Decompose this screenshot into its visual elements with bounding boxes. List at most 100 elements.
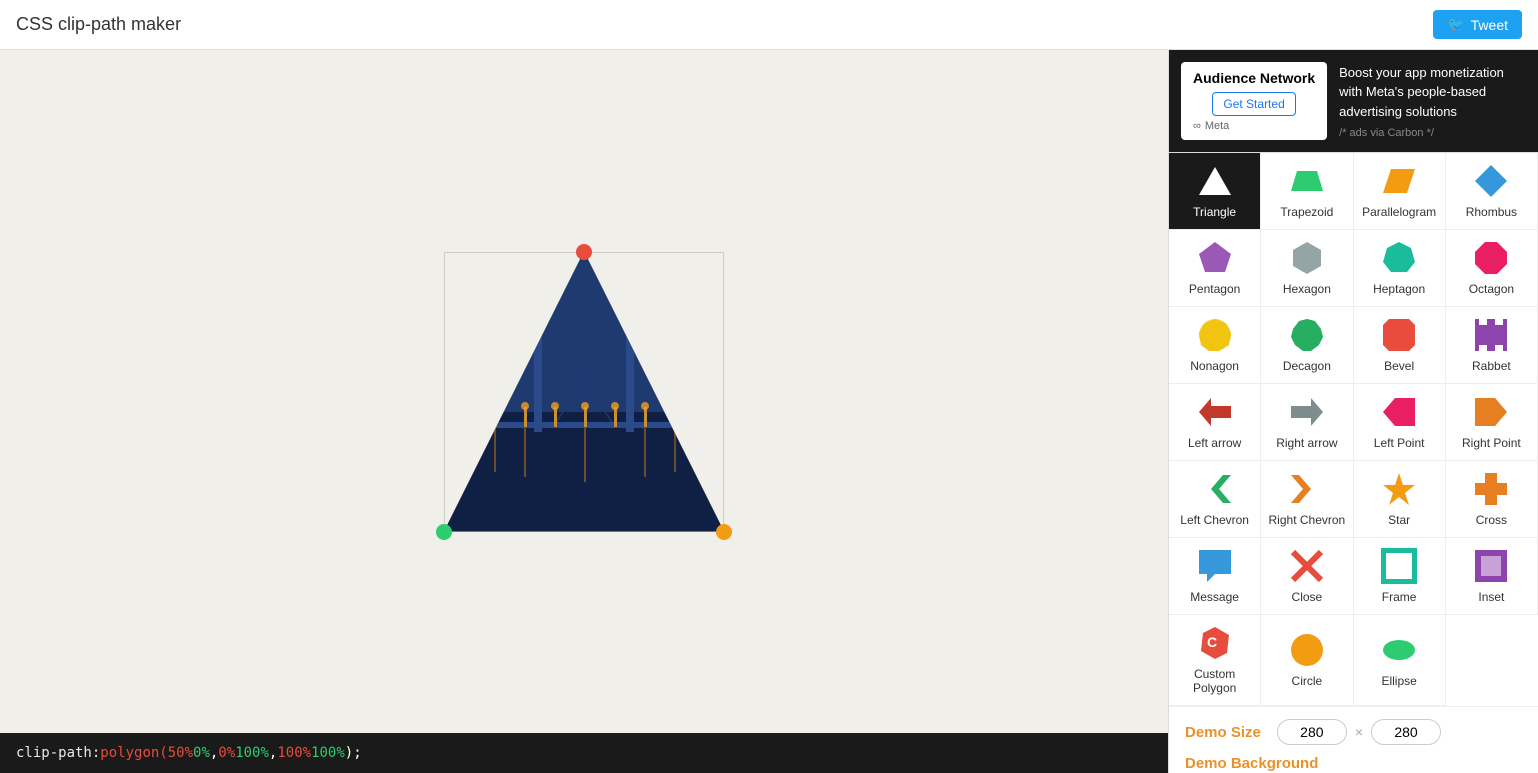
control-point-bottom-right[interactable] — [716, 524, 732, 540]
code-val2: 0% — [193, 745, 210, 761]
shape-label-bevel: Bevel — [1384, 359, 1414, 373]
shapes-grid: Triangle Trapezoid Parallelogram Rhombus Pen… — [1169, 152, 1538, 706]
shape-icon-pentagon — [1197, 240, 1233, 276]
shape-btn-rabbet[interactable]: Rabbet — [1446, 307, 1538, 384]
shape-icon-custom-polygon: C — [1197, 625, 1233, 661]
shape-label-hexagon: Hexagon — [1283, 282, 1331, 296]
shape-btn-heptagon[interactable]: Heptagon — [1354, 230, 1446, 307]
shape-label-right-chevron: Right Chevron — [1269, 513, 1346, 527]
shape-btn-close[interactable]: Close — [1261, 538, 1353, 615]
shape-label-circle: Circle — [1292, 674, 1323, 688]
shape-btn-custom-polygon[interactable]: C Custom Polygon — [1169, 615, 1261, 706]
code-val6: 100% — [311, 745, 345, 761]
shape-btn-right-point[interactable]: Right Point — [1446, 384, 1538, 461]
shape-label-inset: Inset — [1478, 590, 1504, 604]
shape-label-nonagon: Nonagon — [1190, 359, 1239, 373]
code-val3: 0% — [218, 745, 235, 761]
shape-btn-left-arrow[interactable]: Left arrow — [1169, 384, 1261, 461]
page-title: CSS clip-path maker — [16, 14, 181, 35]
shape-label-left-arrow: Left arrow — [1188, 436, 1241, 450]
shape-label-custom-polygon: Custom Polygon — [1175, 667, 1254, 695]
shape-btn-cross[interactable]: Cross — [1446, 461, 1538, 538]
shape-label-star: Star — [1388, 513, 1410, 527]
shape-btn-ellipse[interactable]: Ellipse — [1354, 615, 1446, 706]
shape-btn-trapezoid[interactable]: Trapezoid — [1261, 153, 1353, 230]
shape-btn-circle[interactable]: Circle — [1261, 615, 1353, 706]
code-bar: clip-path: polygon(50% 0%, 0% 100%, 100%… — [0, 733, 1168, 773]
ad-carbon: /* ads via Carbon */ — [1339, 127, 1526, 139]
shape-icon-left-arrow — [1197, 394, 1233, 430]
demo-width-input[interactable] — [1277, 719, 1347, 745]
shape-icon-parallelogram — [1381, 163, 1417, 199]
shape-label-triangle: Triangle — [1193, 205, 1236, 219]
ad-get-started-button[interactable]: Get Started — [1212, 92, 1295, 116]
ad-meta: ∞ Meta — [1193, 120, 1315, 132]
shape-btn-left-point[interactable]: Left Point — [1354, 384, 1446, 461]
shape-btn-decagon[interactable]: Decagon — [1261, 307, 1353, 384]
shape-icon-triangle — [1197, 163, 1233, 199]
shape-label-rhombus: Rhombus — [1466, 205, 1517, 219]
shape-label-right-arrow: Right arrow — [1276, 436, 1337, 450]
shape-btn-frame[interactable]: Frame — [1354, 538, 1446, 615]
tweet-button[interactable]: 🐦 Tweet — [1433, 10, 1522, 39]
ad-text: Boost your app monetization with Meta's … — [1339, 63, 1526, 122]
shape-label-frame: Frame — [1382, 590, 1417, 604]
shape-btn-rhombus[interactable]: Rhombus — [1446, 153, 1538, 230]
ad-banner: Audience Network Get Started ∞ Meta Boos… — [1169, 50, 1538, 152]
shape-icon-message — [1197, 548, 1233, 584]
sidebar: Audience Network Get Started ∞ Meta Boos… — [1168, 50, 1538, 773]
shape-btn-nonagon[interactable]: Nonagon — [1169, 307, 1261, 384]
shape-icon-decagon — [1289, 317, 1325, 353]
shape-label-close: Close — [1292, 590, 1323, 604]
shape-icon-ellipse — [1381, 632, 1417, 668]
shape-icon-nonagon — [1197, 317, 1233, 353]
shape-label-pentagon: Pentagon — [1189, 282, 1240, 296]
shape-btn-message[interactable]: Message — [1169, 538, 1261, 615]
shape-label-ellipse: Ellipse — [1381, 674, 1416, 688]
shape-label-trapezoid: Trapezoid — [1280, 205, 1333, 219]
shape-icon-left-chevron — [1197, 471, 1233, 507]
ad-title: Audience Network — [1193, 70, 1315, 86]
shape-label-decagon: Decagon — [1283, 359, 1331, 373]
shape-icon-close — [1289, 548, 1325, 584]
shape-icon-rhombus — [1473, 163, 1509, 199]
shape-btn-pentagon[interactable]: Pentagon — [1169, 230, 1261, 307]
shape-icon-circle — [1289, 632, 1325, 668]
shape-btn-parallelogram[interactable]: Parallelogram — [1354, 153, 1446, 230]
meta-icon: ∞ — [1193, 120, 1201, 132]
shape-btn-left-chevron[interactable]: Left Chevron — [1169, 461, 1261, 538]
demo-size-label: Demo Size — [1185, 724, 1261, 741]
shape-btn-right-arrow[interactable]: Right arrow — [1261, 384, 1353, 461]
bottom-controls: Demo Size × Demo Background — [1169, 706, 1538, 773]
size-separator: × — [1355, 724, 1363, 740]
shape-btn-octagon[interactable]: Octagon — [1446, 230, 1538, 307]
shape-icon-bevel — [1381, 317, 1417, 353]
shape-icon-rabbet — [1473, 317, 1509, 353]
code-val1: 50% — [168, 745, 193, 761]
demo-size-row: Demo Size × — [1185, 719, 1522, 745]
shape-btn-triangle[interactable]: Triangle — [1169, 153, 1261, 230]
control-point-bottom-left[interactable] — [436, 524, 452, 540]
shape-btn-bevel[interactable]: Bevel — [1354, 307, 1446, 384]
shape-label-heptagon: Heptagon — [1373, 282, 1425, 296]
canvas-container — [444, 252, 724, 532]
shape-label-right-point: Right Point — [1462, 436, 1521, 450]
shape-btn-right-chevron[interactable]: Right Chevron — [1261, 461, 1353, 538]
shape-icon-right-arrow — [1289, 394, 1325, 430]
shape-btn-inset[interactable]: Inset — [1446, 538, 1538, 615]
twitter-icon: 🐦 — [1447, 16, 1464, 33]
shape-icon-left-point — [1381, 394, 1417, 430]
code-prefix: clip-path: — [16, 745, 100, 761]
shape-icon-right-point — [1473, 394, 1509, 430]
demo-height-input[interactable] — [1371, 719, 1441, 745]
control-point-top[interactable] — [576, 244, 592, 260]
shape-icon-heptagon — [1381, 240, 1417, 276]
shape-icon-right-chevron — [1289, 471, 1325, 507]
svg-text:C: C — [1207, 634, 1217, 650]
shape-btn-star[interactable]: Star — [1354, 461, 1446, 538]
code-val4: 100% — [235, 745, 269, 761]
shape-btn-hexagon[interactable]: Hexagon — [1261, 230, 1353, 307]
ad-box: Audience Network Get Started ∞ Meta — [1181, 62, 1327, 140]
shape-icon-trapezoid — [1289, 163, 1325, 199]
shape-icon-inset — [1473, 548, 1509, 584]
